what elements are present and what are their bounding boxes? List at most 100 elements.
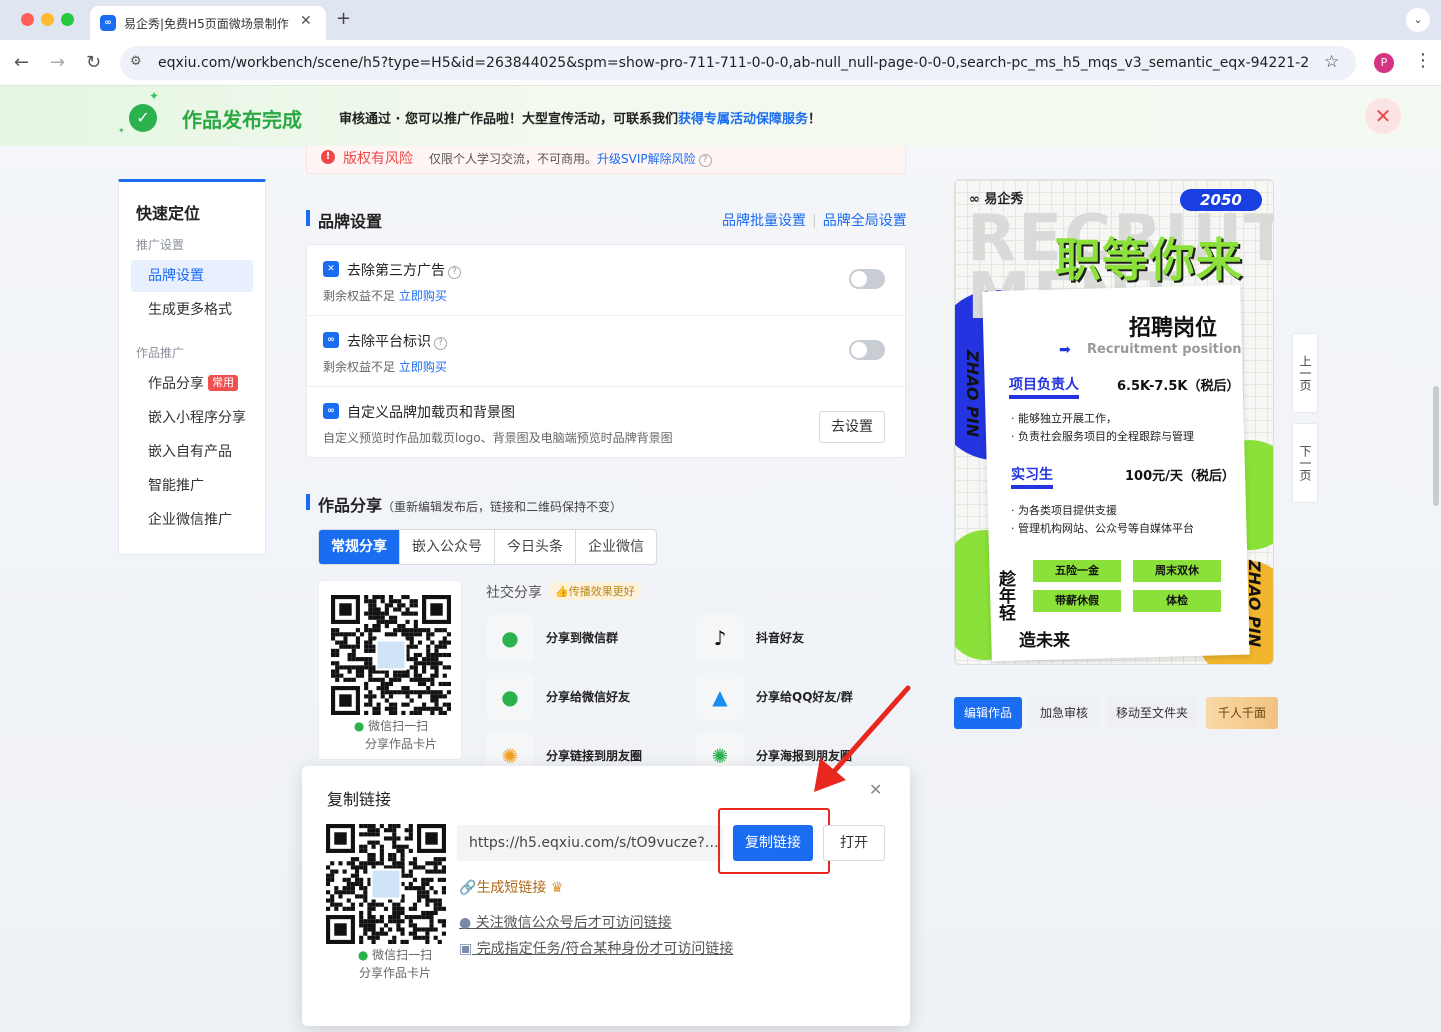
buy-now-link[interactable]: 立即购买 [399,289,447,303]
move-to-folder-button[interactable]: 移动至文件夹 [1106,697,1199,729]
nav-item-miniprogram[interactable]: 嵌入小程序分享 [131,402,253,434]
share-wechat-group[interactable]: ● 分享到微信群 [486,614,686,662]
qr-module [441,886,446,891]
banner-close-icon[interactable]: ✕ [1365,98,1401,134]
share-link-input[interactable]: https://h5.eqxiu.com/s/tO9vucze?ei... [457,825,723,861]
nav-item-more-formats[interactable]: 生成更多格式 [131,294,253,326]
prev-page-button[interactable]: 上一页 [1292,333,1318,413]
qr-module [388,915,393,920]
qr-module [409,690,414,695]
qr-module [438,710,443,715]
qr-module [421,881,426,887]
qr-module [405,611,410,616]
help-icon[interactable]: ? [434,337,447,350]
short-link-option[interactable]: 🔗生成短链接 ♛ [459,877,563,897]
remove-logo-toggle[interactable] [849,340,885,360]
qr-module [375,931,380,936]
qr-module [368,644,373,649]
new-tab-icon[interactable]: + [336,8,351,29]
qr-module [371,931,376,936]
qr-module [364,611,369,616]
reload-icon[interactable]: ↻ [86,52,101,73]
remove-ads-toggle[interactable] [849,269,885,289]
nav-item-wecom-promo[interactable]: 企业微信推广 [131,504,253,536]
qr-module [413,669,418,674]
edit-work-button[interactable]: 编辑作品 [954,697,1023,729]
qr-module [417,673,423,678]
qr-module [425,902,430,907]
qr-module [367,915,372,920]
nav-item-brand-settings[interactable]: 品牌设置 [131,260,253,292]
open-link-button[interactable]: 打开 [823,825,885,861]
qr-module [380,611,385,616]
close-tab-icon[interactable]: ✕ [300,13,312,29]
qr-module [425,931,430,936]
tab-title: 易企秀|免费H5页面微场景制作 [124,17,289,31]
browser-menu-icon[interactable]: ⋮ [1414,50,1432,71]
profile-avatar[interactable]: P [1374,53,1394,73]
qr-module [413,677,418,682]
activity-service-link[interactable]: 获得专属活动保障服务 [678,112,808,127]
site-info-icon[interactable]: ⚙ [130,54,142,69]
tab-toutiao[interactable]: 今日头条 [495,530,576,564]
close-window-button[interactable] [21,13,34,26]
qr-module [368,669,373,674]
qr-module [326,877,331,882]
qr-module [405,673,410,678]
forward-icon[interactable]: → [50,52,65,73]
qr-module [417,894,422,899]
qr-module [425,890,430,895]
poster-preview[interactable]: ∞ 易企秀 2050 RECRUIT MENT 职等你来 ZHAO PIN 招聘… [954,179,1274,665]
url-text[interactable]: eqxiu.com/workbench/scene/h5?type=H5&id=… [158,55,1308,71]
help-icon[interactable]: ? [448,266,461,279]
qr-module [368,657,373,662]
share-douyin[interactable]: ♪ 抖音好友 [696,614,896,662]
tab-search-icon[interactable]: ⌄ [1406,8,1430,32]
nav-item-smart-promo[interactable]: 智能推广 [131,470,253,502]
goto-settings-button[interactable]: 去设置 [819,411,885,443]
qr-module [392,910,397,916]
qr-module [442,694,447,699]
nav-item-share[interactable]: 作品分享 常用 [131,368,253,400]
qr-module [355,673,360,678]
brand-global-link[interactable]: 品牌全局设置 [823,213,907,229]
page-scrollbar[interactable] [1433,386,1439,506]
nav-item-embed-product[interactable]: 嵌入自有产品 [131,436,253,468]
share-qr-code [331,595,451,715]
qr-module [401,710,406,715]
upgrade-svip-link[interactable]: 升级SVIP解除风险 [597,152,696,166]
qr-module [392,836,397,841]
follow-account-link[interactable]: ● 关注微信公众号后才可访问链接 [459,912,672,932]
browser-tab[interactable]: ∞ 易企秀|免费H5页面微场景制作 ✕ [90,6,326,40]
qr-module [425,877,430,882]
address-bar[interactable]: ⚙ eqxiu.com/workbench/scene/h5?type=H5&i… [120,46,1356,80]
qr-module [434,657,439,662]
minimize-window-button[interactable] [41,13,54,26]
maximize-window-button[interactable] [61,13,74,26]
qr-module [393,599,398,604]
qr-module [354,857,360,862]
qr-module [376,595,381,600]
tab-official-account[interactable]: 嵌入公众号 [400,530,495,564]
qr-module [417,886,422,891]
personalize-button[interactable]: 千人千面 [1206,697,1278,729]
next-page-button[interactable]: 下一页 [1292,423,1318,503]
tab-wecom[interactable]: 企业微信 [576,530,656,564]
rush-review-button[interactable]: 加急审核 [1030,697,1099,729]
brand-batch-link[interactable]: 品牌批量设置 [722,213,806,229]
bookmark-star-icon[interactable]: ☆ [1324,52,1339,72]
back-icon[interactable]: ← [14,52,29,73]
help-icon[interactable]: ? [698,154,712,167]
qr-module [430,652,435,658]
copy-link-button[interactable]: 复制链接 [733,825,813,861]
qr-module [334,886,339,891]
tab-regular-share[interactable]: 常规分享 [319,530,400,564]
task-access-link[interactable]: ▣ 完成指定任务/符合某种身份才可访问链接 [459,938,733,958]
qr-module [371,935,376,940]
buy-now-link[interactable]: 立即购买 [399,360,447,374]
qr-module [364,686,369,691]
qr-module [350,865,355,870]
share-wechat-friend[interactable]: ● 分享给微信好友 [486,673,686,721]
qr-module [421,910,426,916]
qr-module [433,890,438,895]
